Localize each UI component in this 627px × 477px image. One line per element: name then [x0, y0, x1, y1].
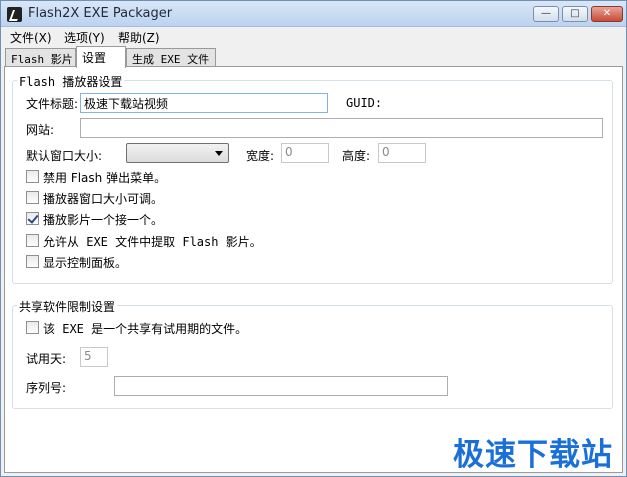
checkbox-allow-extract[interactable] [26, 234, 39, 247]
option-trial-exe-label: 该 EXE 是一个共享有试用期的文件。 [43, 322, 248, 336]
flash-app-icon [7, 7, 22, 22]
minimize-button[interactable]: — [533, 6, 559, 22]
window-size-select[interactable] [126, 143, 229, 163]
trial-days-label: 试用天: [26, 352, 67, 366]
height-label: 高度: [342, 149, 371, 163]
chevron-down-icon [215, 151, 223, 156]
serial-label: 序列号: [26, 381, 67, 395]
serial-input[interactable] [114, 376, 448, 396]
height-input[interactable]: 0 [378, 143, 426, 163]
checkbox-show-controls[interactable] [26, 255, 39, 268]
width-label: 宽度: [246, 149, 275, 163]
menu-options[interactable]: 选项(Y) [64, 29, 105, 46]
trial-days-input[interactable]: 5 [80, 347, 108, 367]
tab-settings[interactable]: 设置 [76, 46, 126, 68]
menu-help[interactable]: 帮助(Z) [118, 29, 160, 46]
option-allow-extract-label: 允许从 EXE 文件中提取 Flash 影片。 [43, 235, 262, 249]
close-button[interactable]: ✕ [591, 6, 623, 22]
tab-strip: Flash 影片 设置 生成 EXE 文件 [1, 46, 626, 68]
watermark-logo: 极速下载站 [453, 437, 613, 473]
window-size-label: 默认窗口大小: [26, 149, 103, 163]
settings-panel: Flash 播放器设置 文件标题: 极速下载站视频 GUID: 网站: 默认窗口… [4, 66, 623, 473]
option-show-controls-label: 显示控制面板。 [43, 256, 128, 270]
tab-build-exe[interactable]: 生成 EXE 文件 [126, 48, 216, 67]
guid-label: GUID: [346, 96, 383, 110]
file-title-input[interactable]: 极速下载站视频 [80, 93, 328, 113]
flash-settings-title: Flash 播放器设置 [17, 73, 125, 90]
option-disable-popup-label: 禁用 Flash 弹出菜单。 [43, 171, 167, 185]
website-label: 网站: [26, 123, 55, 137]
shareware-group: 共享软件限制设置 该 EXE 是一个共享有试用期的文件。 试用天: 5 序列号: [12, 298, 613, 409]
tab-flash-movie[interactable]: Flash 影片 [5, 48, 76, 67]
menu-file[interactable]: 文件(X) [10, 29, 52, 46]
flash-settings-group: Flash 播放器设置 文件标题: 极速下载站视频 GUID: 网站: 默认窗口… [12, 73, 613, 284]
menu-bar: 文件(X) 选项(Y) 帮助(Z) [1, 27, 626, 46]
checkbox-trial-exe[interactable] [26, 321, 39, 334]
option-resizable-label: 播放器窗口大小可调。 [43, 192, 164, 206]
checkbox-play-sequential[interactable] [26, 212, 39, 225]
checkbox-resizable[interactable] [26, 191, 39, 204]
app-window: Flash2X EXE Packager — □ ✕ 文件(X) 选项(Y) 帮… [0, 0, 627, 477]
option-play-sequential-label: 播放影片一个接一个。 [43, 213, 164, 227]
width-input[interactable]: 0 [281, 143, 329, 163]
checkbox-disable-popup[interactable] [26, 170, 39, 183]
shareware-title: 共享软件限制设置 [17, 298, 118, 315]
maximize-button[interactable]: □ [562, 6, 588, 22]
file-title-label: 文件标题: [26, 97, 79, 111]
window-title: Flash2X EXE Packager [28, 6, 173, 21]
title-bar[interactable]: Flash2X EXE Packager — □ ✕ [1, 1, 626, 27]
website-input[interactable] [80, 118, 603, 138]
